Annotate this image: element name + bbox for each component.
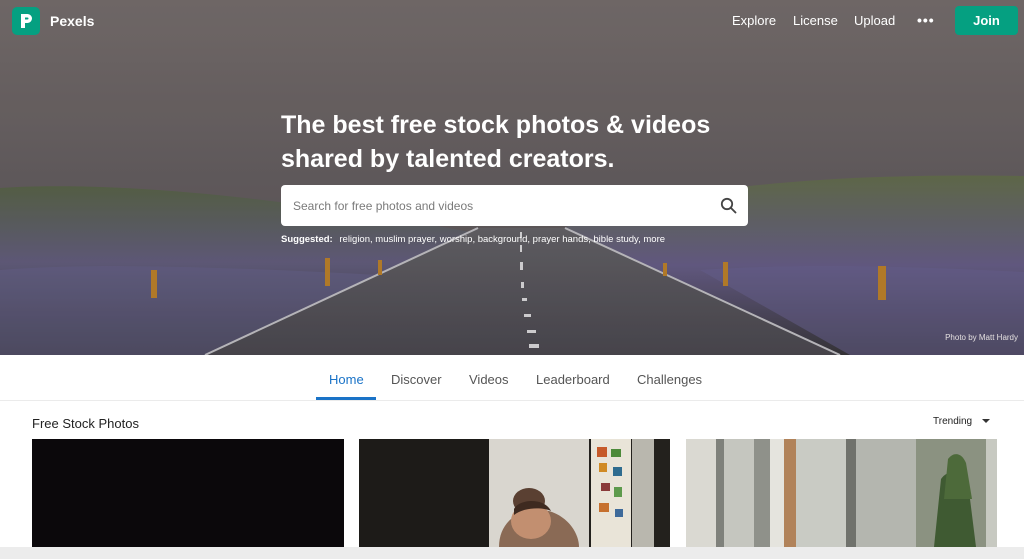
suggestion-bible-study[interactable]: bible study,: [593, 234, 640, 245]
nav-license[interactable]: License: [793, 13, 838, 28]
main-tabs: Home Discover Videos Leaderboard Challen…: [0, 355, 1024, 401]
pexels-logo[interactable]: [12, 7, 40, 35]
pexels-p-icon: [21, 14, 32, 28]
search-icon[interactable]: [719, 196, 739, 216]
hero-headline: The best free stock photos & videos shar…: [281, 108, 761, 176]
tab-challenges[interactable]: Challenges: [637, 372, 702, 387]
hero-background-image: [0, 0, 1024, 355]
photo-credit[interactable]: Photo by Matt Hardy: [945, 333, 1018, 342]
suggestion-worship[interactable]: worship,: [440, 234, 475, 245]
brand-name[interactable]: Pexels: [50, 13, 94, 29]
photo-card[interactable]: [32, 439, 344, 547]
suggestion-prayer-hands[interactable]: prayer hands,: [533, 234, 591, 245]
top-navigation: Pexels Explore License Upload ••• Join: [0, 0, 1024, 42]
photo-image: [359, 439, 670, 547]
more-menu-icon[interactable]: •••: [917, 12, 935, 28]
photo-image: [686, 439, 997, 547]
suggested-label: Suggested:: [281, 234, 333, 245]
hero-banner: Pexels Explore License Upload ••• Join T…: [0, 0, 1024, 355]
nav-explore[interactable]: Explore: [732, 13, 776, 28]
photo-card[interactable]: [686, 439, 997, 547]
nav-upload[interactable]: Upload: [854, 13, 895, 28]
sort-label: Trending: [933, 416, 973, 427]
join-button[interactable]: Join: [955, 6, 1018, 35]
tab-home[interactable]: Home: [329, 372, 364, 387]
suggestion-background[interactable]: background,: [478, 234, 530, 245]
headline-line-2: shared by talented creators.: [281, 145, 615, 173]
tab-discover[interactable]: Discover: [391, 372, 442, 387]
caret-down-icon: [982, 419, 990, 423]
tab-videos[interactable]: Videos: [469, 372, 509, 387]
headline-line-1: The best free stock photos & videos: [281, 111, 711, 139]
sort-dropdown[interactable]: Trending: [933, 416, 990, 427]
search-bar: [281, 185, 748, 226]
suggestion-religion[interactable]: religion,: [339, 234, 372, 245]
suggestion-more[interactable]: more: [643, 234, 665, 245]
search-input[interactable]: [293, 185, 713, 226]
page: Pexels Explore License Upload ••• Join T…: [0, 0, 1024, 559]
suggested-searches: Suggested: religion, muslim prayer, wors…: [281, 234, 665, 245]
active-tab-indicator: [316, 397, 376, 400]
suggestion-muslim-prayer[interactable]: muslim prayer,: [375, 234, 437, 245]
photo-card[interactable]: [359, 439, 670, 547]
tab-leaderboard[interactable]: Leaderboard: [536, 372, 610, 387]
section-title: Free Stock Photos: [32, 416, 139, 431]
photo-image: [32, 439, 344, 547]
horizontal-scrollbar[interactable]: [0, 547, 1024, 559]
